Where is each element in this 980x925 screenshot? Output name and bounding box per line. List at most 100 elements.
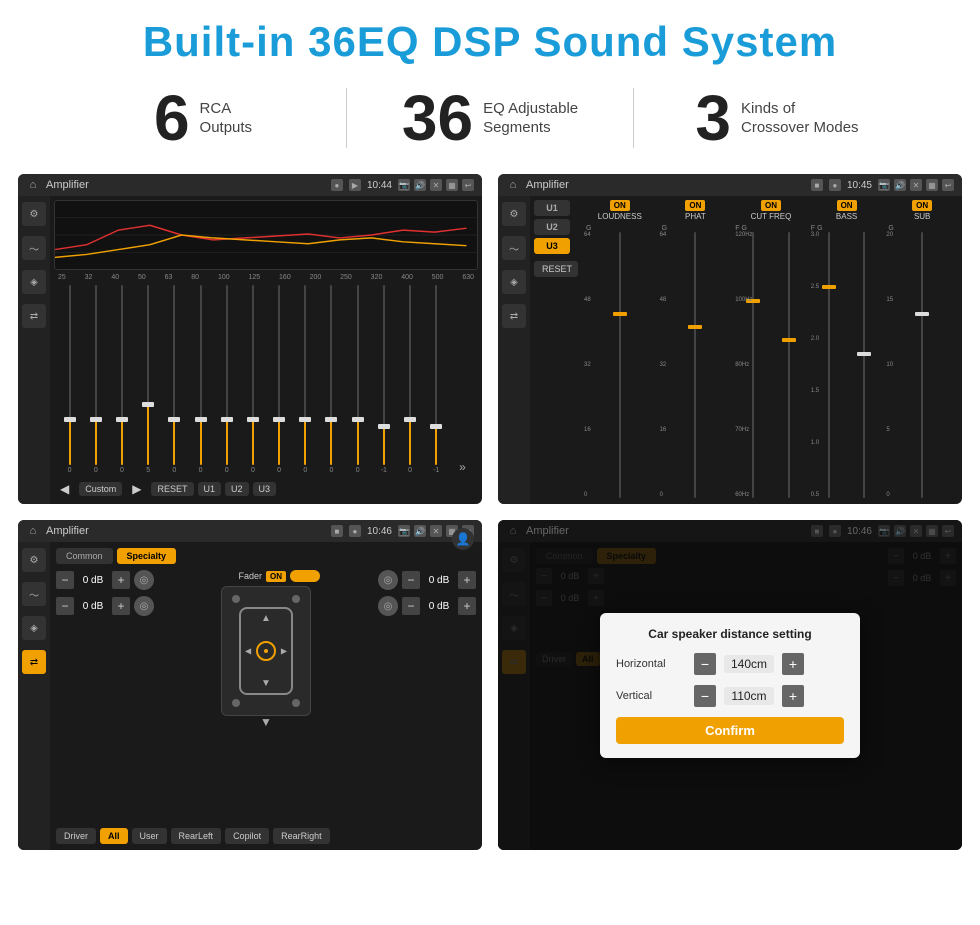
prev-btn[interactable]: ◀ bbox=[54, 480, 75, 498]
cross-left-panel: ⚙ 〜 ◈ ⇄ bbox=[498, 196, 530, 504]
driver-btn[interactable]: Driver bbox=[56, 828, 96, 844]
fader-left-panel: ⚙ 〜 ◈ ⇄ bbox=[18, 542, 50, 850]
u2-btn[interactable]: U2 bbox=[225, 482, 249, 496]
rearleft-btn[interactable]: RearLeft bbox=[171, 828, 222, 844]
minus-btn-1[interactable]: − bbox=[56, 571, 74, 589]
cutfreq-on[interactable]: ON bbox=[761, 200, 781, 211]
db-val-2: 0 dB bbox=[78, 601, 108, 612]
dot2-icon-2: ● bbox=[829, 179, 841, 191]
slider-7: 0 bbox=[241, 285, 264, 474]
screen3-time: 10:46 bbox=[367, 526, 392, 537]
ch-icon[interactable]: ⇄ bbox=[22, 304, 46, 328]
wave-icon[interactable]: 〜 bbox=[22, 236, 46, 260]
fader-row-1: − 0 dB + ◎ bbox=[56, 570, 198, 590]
freq-125: 125 bbox=[248, 274, 260, 281]
u-buttons: U1 U2 U3 RESET bbox=[534, 200, 578, 500]
freq-320: 320 bbox=[371, 274, 383, 281]
next-btn[interactable]: ▶ bbox=[126, 480, 147, 498]
fader-toggle-slider[interactable] bbox=[290, 570, 320, 582]
dot-icon-2: ■ bbox=[811, 179, 823, 191]
freq-100: 100 bbox=[218, 274, 230, 281]
loudness-on[interactable]: ON bbox=[610, 200, 630, 211]
slider-5: 0 bbox=[189, 285, 212, 474]
plus-btn-2[interactable]: + bbox=[112, 597, 130, 615]
stats-row: 6 RCA Outputs 36 EQ Adjustable Segments … bbox=[0, 76, 980, 164]
plus-btn-4[interactable]: + bbox=[458, 597, 476, 615]
u2-btn-cross[interactable]: U2 bbox=[534, 219, 570, 235]
arrow-left: ◀ bbox=[245, 647, 251, 656]
slider-8: 0 bbox=[268, 285, 291, 474]
car-diagram: ▲ ▼ ◀ ▶ ▼ bbox=[221, 586, 311, 716]
eq-bottom-bar: ◀ Custom ▶ RESET U1 U2 U3 bbox=[54, 478, 478, 500]
rearright-btn[interactable]: RearRight bbox=[273, 828, 330, 844]
bass-on[interactable]: ON bbox=[837, 200, 857, 211]
fader-diagram: Fader ON bbox=[206, 570, 326, 822]
freq-80: 80 bbox=[191, 274, 199, 281]
screen-eq: ⌂ Amplifier ● ▶ 10:44 📷 🔊 ✕ ▦ ↩ ⚙ 〜 ◈ ⇄ bbox=[18, 174, 482, 504]
freq-630: 630 bbox=[462, 274, 474, 281]
speaker-rl: ◎ bbox=[134, 596, 154, 616]
ch-ico-3[interactable]: ⇄ bbox=[22, 650, 46, 674]
dot2-icon-3: ● bbox=[349, 525, 361, 537]
speaker-rr: ◎ bbox=[378, 596, 398, 616]
play-icon: ▶ bbox=[349, 179, 361, 191]
wave-ico-2[interactable]: 〜 bbox=[502, 236, 526, 260]
screen3-title: Amplifier bbox=[46, 525, 325, 537]
custom-btn[interactable]: Custom bbox=[79, 482, 122, 496]
screen2-status-icons: 📷 🔊 ✕ ▦ ↩ bbox=[878, 179, 954, 191]
sound-ico-2[interactable]: ◈ bbox=[502, 270, 526, 294]
confirm-button[interactable]: Confirm bbox=[616, 717, 844, 744]
u3-btn-cross[interactable]: U3 bbox=[534, 238, 570, 254]
u3-btn[interactable]: U3 bbox=[253, 482, 277, 496]
eq-ico-2[interactable]: ⚙ bbox=[502, 202, 526, 226]
screens-grid: ⌂ Amplifier ● ▶ 10:44 📷 🔊 ✕ ▦ ↩ ⚙ 〜 ◈ ⇄ bbox=[0, 164, 980, 860]
stat-number-crossover: 3 bbox=[695, 86, 731, 150]
u1-btn[interactable]: U1 bbox=[198, 482, 222, 496]
screen3-body: ⚙ 〜 ◈ ⇄ Common Specialty − 0 dB bbox=[18, 542, 482, 850]
plus-btn-1[interactable]: + bbox=[112, 571, 130, 589]
ch-ico-2[interactable]: ⇄ bbox=[502, 304, 526, 328]
phat-on[interactable]: ON bbox=[685, 200, 705, 211]
horizontal-minus[interactable]: − bbox=[694, 653, 716, 675]
fader-on-badge[interactable]: ON bbox=[266, 571, 286, 582]
freq-32: 32 bbox=[85, 274, 93, 281]
wave-ico-3[interactable]: 〜 bbox=[22, 582, 46, 606]
sub-on[interactable]: ON bbox=[912, 200, 932, 211]
minus-btn-3[interactable]: − bbox=[402, 571, 420, 589]
sound-ico-3[interactable]: ◈ bbox=[22, 616, 46, 640]
grid-icon: ▦ bbox=[446, 179, 458, 191]
profile-icon[interactable]: 👤 bbox=[452, 528, 474, 550]
fader-row-3: ◎ − 0 dB + bbox=[334, 570, 476, 590]
sub-col: ON SUB G 20 bbox=[886, 200, 958, 500]
vertical-minus[interactable]: − bbox=[694, 685, 716, 707]
user-btn[interactable]: User bbox=[132, 828, 167, 844]
vertical-plus[interactable]: + bbox=[782, 685, 804, 707]
all-btn[interactable]: All bbox=[100, 828, 128, 844]
u1-btn-cross[interactable]: U1 bbox=[534, 200, 570, 216]
cam-icon-3: 📷 bbox=[398, 525, 410, 537]
eq-icon[interactable]: ⚙ bbox=[22, 202, 46, 226]
db-val-3: 0 dB bbox=[424, 575, 454, 586]
speaker-fr: ◎ bbox=[378, 570, 398, 590]
horizontal-label: Horizontal bbox=[616, 658, 686, 670]
arrow-up: ▲ bbox=[261, 613, 271, 624]
screen-fader: ⌂ Amplifier ■ ● 10:46 📷 🔊 ✕ ▦ ↩ ⚙ 〜 ◈ ⇄ bbox=[18, 520, 482, 850]
fader-main: Common Specialty − 0 dB + ◎ − bbox=[50, 542, 482, 850]
horizontal-plus[interactable]: + bbox=[782, 653, 804, 675]
eq-ico-3[interactable]: ⚙ bbox=[22, 548, 46, 572]
reset-btn-cross[interactable]: RESET bbox=[534, 261, 578, 277]
sound-icon[interactable]: ◈ bbox=[22, 270, 46, 294]
vertical-value: 110cm bbox=[724, 687, 774, 705]
minus-btn-2[interactable]: − bbox=[56, 597, 74, 615]
tab-common-3[interactable]: Common bbox=[56, 548, 113, 564]
vol-icon-3: 🔊 bbox=[414, 525, 426, 537]
slider-1: 0 bbox=[84, 285, 107, 474]
cam-icon-2: 📷 bbox=[878, 179, 890, 191]
plus-btn-3[interactable]: + bbox=[458, 571, 476, 589]
minus-btn-4[interactable]: − bbox=[402, 597, 420, 615]
reset-btn[interactable]: RESET bbox=[151, 482, 193, 496]
dialog-box: Car speaker distance setting Horizontal … bbox=[600, 613, 860, 758]
crosshair-dot bbox=[264, 649, 268, 653]
copilot-btn[interactable]: Copilot bbox=[225, 828, 269, 844]
tab-specialty-3[interactable]: Specialty bbox=[117, 548, 177, 564]
